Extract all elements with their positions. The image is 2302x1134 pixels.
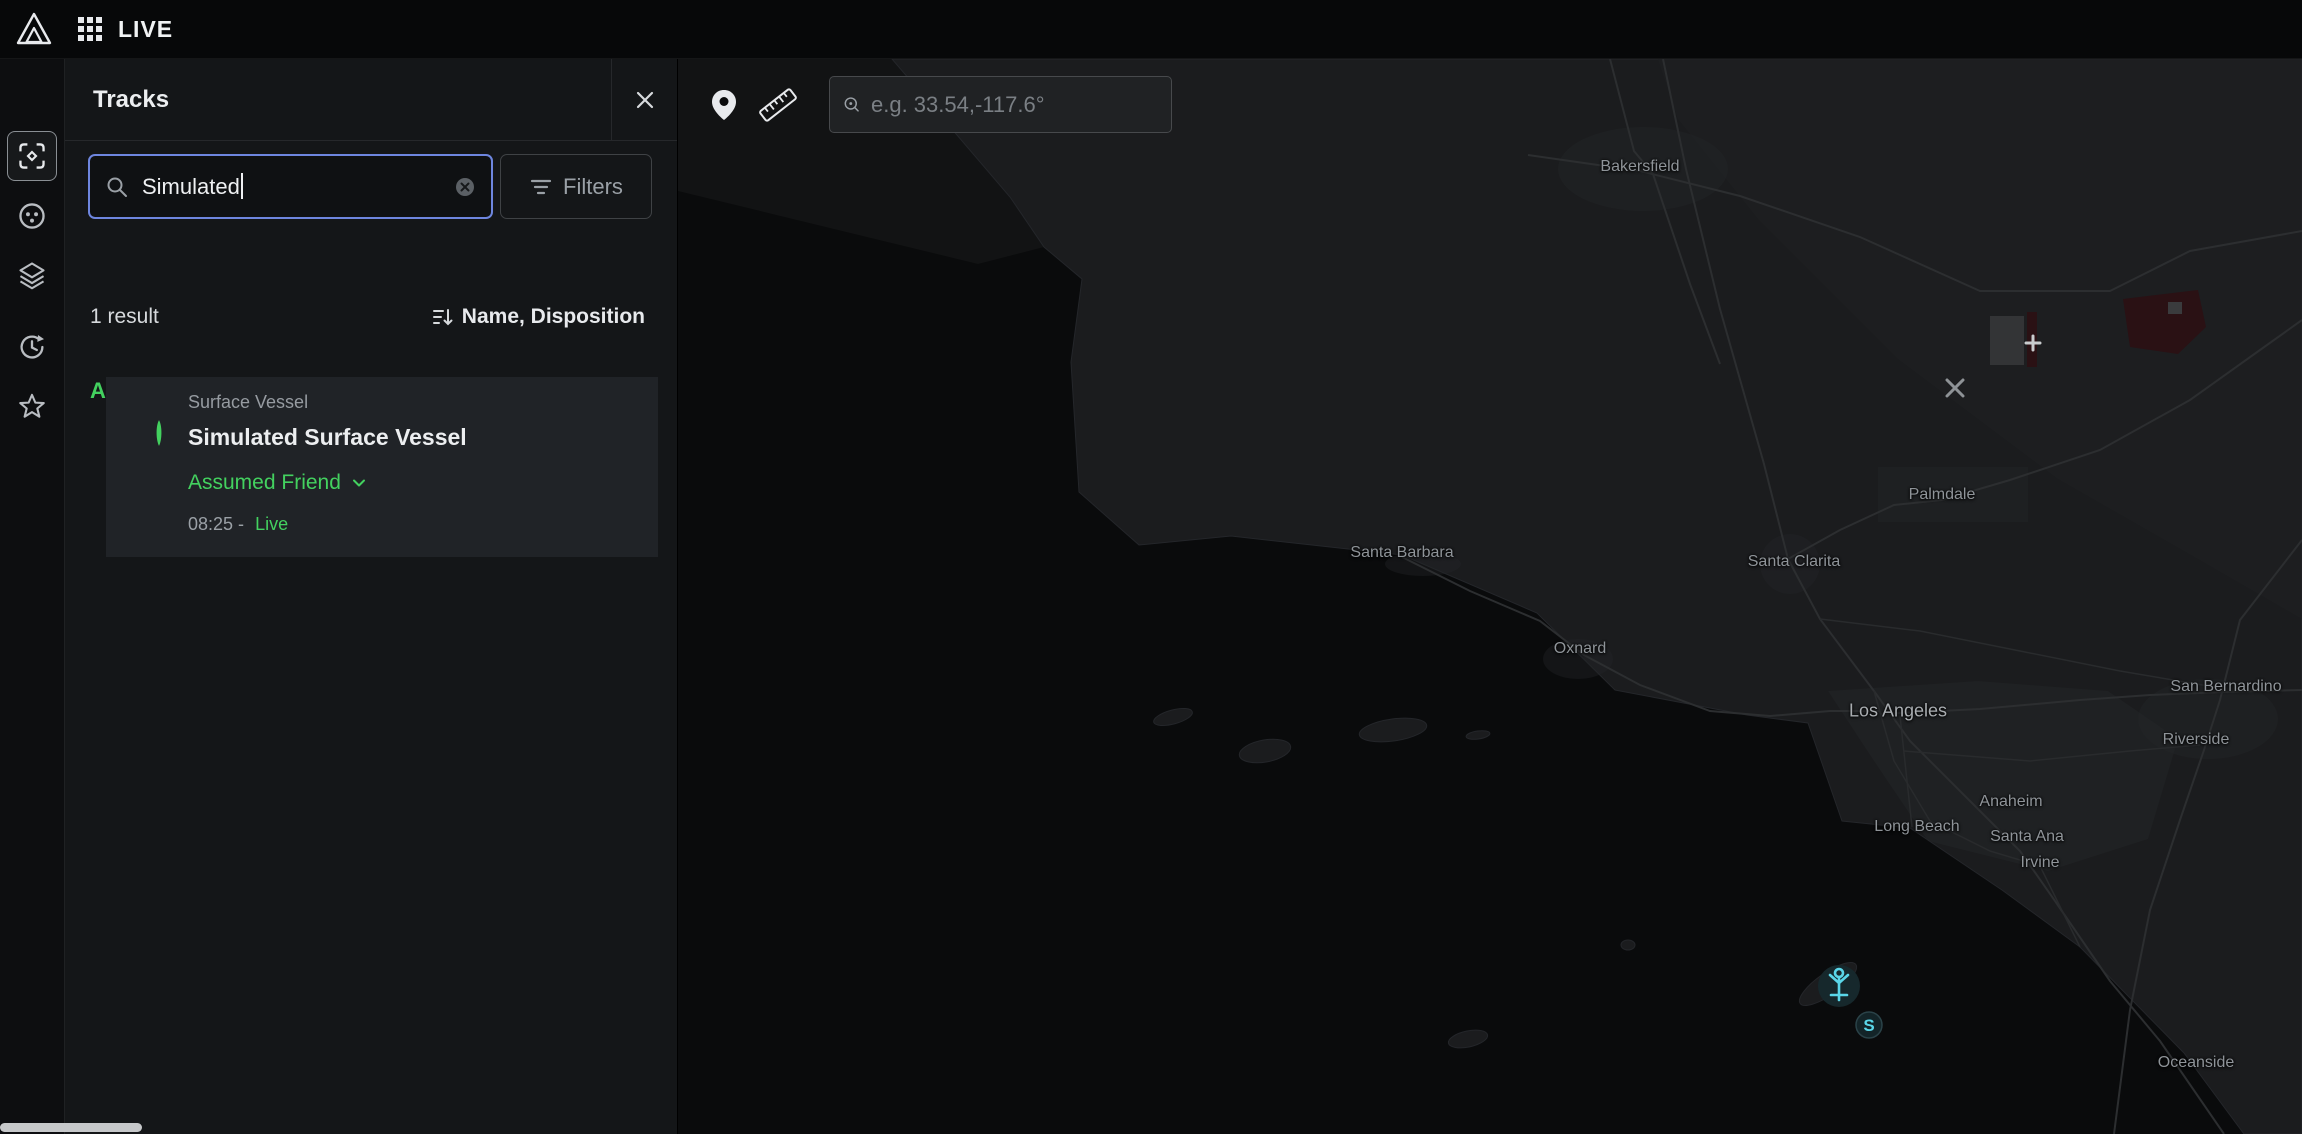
close-icon [632, 87, 658, 113]
sidebar-item-detections[interactable] [17, 201, 47, 231]
tracks-panel-header: Tracks [65, 59, 677, 141]
pin-icon [709, 88, 739, 122]
live-mode-label: LIVE [118, 16, 173, 43]
layers-icon [17, 260, 47, 290]
disposition-value: Assumed Friend [188, 471, 341, 495]
surface-vessel-icon [151, 419, 167, 452]
filters-button[interactable]: Filters [500, 154, 652, 219]
search-row: Simulated Filters [88, 154, 658, 219]
basemap: S [678, 59, 2302, 1134]
islands [1152, 705, 1862, 1051]
horizontal-scrollbar[interactable] [0, 1123, 142, 1132]
sidebar-item-favorites[interactable] [17, 392, 47, 422]
tracks-search-input[interactable]: Simulated [88, 154, 493, 219]
coordinate-search-icon [842, 92, 861, 118]
coordinate-input[interactable] [871, 92, 1159, 118]
disposition-dropdown[interactable]: Assumed Friend [188, 471, 369, 495]
coordinate-search-box[interactable] [829, 76, 1172, 133]
text-caret [241, 173, 243, 199]
track-status-badge: S [1856, 1012, 1882, 1038]
app-launcher-icon[interactable] [78, 17, 102, 41]
map-canvas[interactable]: S Bakersfield Palmdale Santa Barbara San… [678, 59, 2302, 1134]
search-icon [104, 174, 130, 200]
badge-letter: S [1863, 1016, 1874, 1035]
sidebar-item-layers[interactable] [17, 260, 47, 290]
clear-search-icon[interactable] [453, 175, 477, 199]
sort-control[interactable]: Name, Disposition [430, 305, 645, 329]
track-type-label: Surface Vessel [188, 392, 308, 413]
drop-pin-button[interactable] [697, 76, 751, 133]
results-row: 1 result Name, Disposition [90, 295, 645, 339]
sidebar-item-history[interactable] [17, 332, 47, 362]
sidebar-icon-rail [0, 59, 65, 1134]
track-name: Simulated Surface Vessel [188, 424, 467, 451]
track-time-start: 08:25 - [188, 514, 244, 534]
sort-label: Name, Disposition [462, 305, 645, 329]
track-time-live: Live [255, 514, 288, 534]
track-list-item[interactable]: Surface Vessel Simulated Surface Vessel … [106, 377, 658, 557]
detections-icon [17, 201, 47, 231]
top-bar: LIVE [0, 0, 2302, 59]
app-window: LIVE [0, 0, 2302, 1134]
anduril-logo-icon [14, 9, 54, 49]
favorites-star-icon [17, 392, 47, 422]
history-icon [17, 332, 47, 362]
measure-button[interactable] [751, 76, 805, 133]
close-panel-button[interactable] [611, 59, 677, 141]
results-count: 1 result [90, 305, 159, 329]
panel-title: Tracks [93, 86, 169, 114]
map-toolbar [697, 76, 1172, 133]
ruler-icon [754, 84, 802, 126]
chevron-down-icon [349, 473, 369, 493]
sort-icon [430, 305, 454, 329]
track-time: 08:25 - Live [188, 514, 288, 535]
tracks-target-icon [17, 141, 47, 171]
tracks-panel: Tracks Simulated [65, 59, 678, 1134]
sidebar-item-tracks[interactable] [7, 131, 57, 181]
filter-icon [529, 175, 553, 199]
filters-label: Filters [563, 174, 623, 200]
search-value: Simulated [142, 174, 240, 199]
surface-vessel-track-marker[interactable] [1818, 965, 1860, 1007]
